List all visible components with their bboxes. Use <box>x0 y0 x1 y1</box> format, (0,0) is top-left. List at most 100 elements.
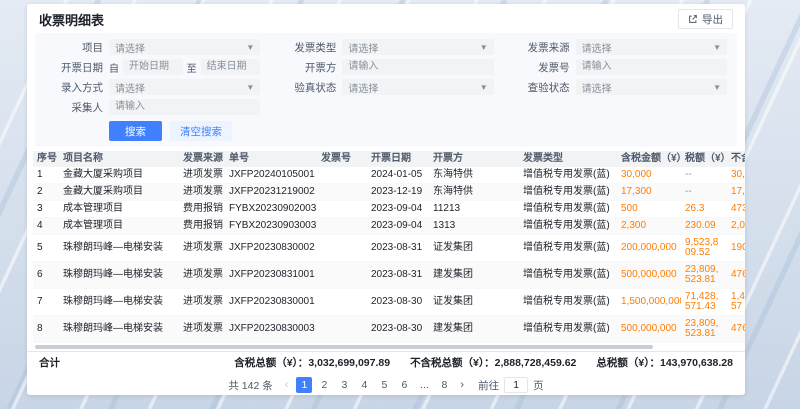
invoice-type-label: 发票类型 <box>278 40 336 55</box>
cell-issuer: 1313 <box>429 218 519 235</box>
project-select-placeholder: 请选择 <box>115 40 242 55</box>
cell-amount_without_tax: 2,069.91 <box>727 218 745 235</box>
cell-issuer: 建发集团 <box>429 262 519 289</box>
collector-input[interactable] <box>109 99 260 115</box>
invoice-no-input[interactable] <box>576 59 727 75</box>
cell-invoice_no <box>317 262 367 289</box>
summary-values: 含税总额（¥）：3,032,699,097.89 不含税总额（¥）：2,888,… <box>234 355 733 370</box>
table-row[interactable]: 5珠穆朗玛峰—电梯安装进项发票JXFP202308300022023-08-31… <box>33 235 745 262</box>
page-button-5[interactable]: 5 <box>376 377 392 393</box>
page-button-2[interactable]: 2 <box>316 377 332 393</box>
cell-no: 4 <box>33 218 59 235</box>
cell-type: 增值税专用发票(蓝) <box>519 316 617 343</box>
cell-tax: 23,809,523.81 <box>681 316 727 343</box>
cell-amount_without_tax: 30,000 <box>727 167 745 184</box>
cell-amount_without_tax: 473.7 <box>727 201 745 218</box>
invoice-source-select[interactable]: 请选择 ▼ <box>576 39 727 55</box>
cell-invoice_no <box>317 289 367 316</box>
filter-field-verify-status: 验真状态 请选择 ▼ <box>278 79 493 95</box>
filter-field-invoice-type: 发票类型 请选择 ▼ <box>278 39 493 55</box>
table-header-row: 序号项目名称发票来源单号发票号开票日期开票方发票类型含税金额（¥）税额（¥）不含… <box>33 151 745 167</box>
table-row[interactable]: 8珠穆朗玛峰—电梯安装进项发票JXFP202308300032023-08-30… <box>33 316 745 343</box>
page-title: 收票明细表 <box>39 10 104 29</box>
end-date-input[interactable] <box>201 59 261 75</box>
cell-tax: 26.3 <box>681 201 727 218</box>
prev-page-button[interactable]: ‹ <box>283 377 291 393</box>
table-row[interactable]: 7珠穆朗玛峰—电梯安装进项发票JXFP202308300012023-08-30… <box>33 289 745 316</box>
cell-tax: -- <box>681 184 727 201</box>
review-status-select[interactable]: 请选择 ▼ <box>576 79 727 95</box>
cell-type: 增值税专用发票(蓝) <box>519 289 617 316</box>
cell-issuer: 建发集团 <box>429 316 519 343</box>
start-date-input[interactable] <box>123 59 183 75</box>
invoice-type-select[interactable]: 请选择 ▼ <box>342 39 493 55</box>
next-page-button[interactable]: › <box>458 377 466 393</box>
cell-amount_without_tax: 476,190,476.19 <box>727 262 745 289</box>
table-row[interactable]: 3成本管理项目费用报销FYBX202309020032023-09-041121… <box>33 201 745 218</box>
entry-method-select[interactable]: 请选择 ▼ <box>109 79 260 95</box>
cell-amount_with_tax: 1,500,000,000 <box>617 289 681 316</box>
page-button-6[interactable]: 6 <box>396 377 412 393</box>
table-row[interactable]: 4成本管理项目费用报销FYBX202309030032023-09-041313… <box>33 218 745 235</box>
clear-search-button[interactable]: 清空搜索 <box>170 121 232 141</box>
filter-field-entry-method: 录入方式 请选择 ▼ <box>45 79 260 95</box>
date-separator: 至 <box>187 60 197 75</box>
cell-source: 进项发票 <box>179 316 225 343</box>
cell-tax: 71,428,571.43 <box>681 289 727 316</box>
table-row[interactable]: 6珠穆朗玛峰—电梯安装进项发票JXFP202308310012023-08-31… <box>33 262 745 289</box>
cell-order_no: JXFP20230830001 <box>225 289 317 316</box>
cell-source: 进项发票 <box>179 184 225 201</box>
export-icon <box>688 14 698 24</box>
cell-date: 2023-08-30 <box>367 289 429 316</box>
horizontal-scrollbar[interactable] <box>35 345 737 349</box>
cell-order_no: JXFP20231219002 <box>225 184 317 201</box>
table-row[interactable]: 1金藏大厦采购项目进项发票JXFP202401050012024-01-05东海… <box>33 167 745 184</box>
cell-project: 珠穆朗玛峰—电梯安装 <box>59 235 179 262</box>
cell-order_no: FYBX20230903003 <box>225 218 317 235</box>
column-header: 开票日期 <box>367 151 429 167</box>
total-without-tax: 不含税总额（¥）：2,888,728,459.62 <box>410 355 576 370</box>
cell-order_no: JXFP20230830002 <box>225 235 317 262</box>
chevron-down-icon: ▼ <box>480 43 488 52</box>
search-button[interactable]: 搜索 <box>109 121 162 141</box>
pagination-total: 共 142 条 <box>228 378 272 393</box>
column-header: 税额（¥） <box>681 151 727 167</box>
cell-tax: -- <box>681 167 727 184</box>
review-status-label: 查验状态 <box>512 80 570 95</box>
table-row[interactable]: 2金藏大厦采购项目进项发票JXFP202312190022023-12-19东海… <box>33 184 745 201</box>
issuer-input[interactable] <box>342 59 493 75</box>
cell-date: 2023-09-04 <box>367 218 429 235</box>
pagination: 共 142 条 ‹ 123456...8 › 前往 页 <box>27 373 745 395</box>
column-header: 含税金额（¥） <box>617 151 681 167</box>
chevron-down-icon: ▼ <box>713 83 721 92</box>
cell-date: 2023-09-04 <box>367 201 429 218</box>
project-select[interactable]: 请选择 ▼ <box>109 39 260 55</box>
filter-field-invoice-no: 发票号 <box>512 59 727 75</box>
chevron-down-icon: ▼ <box>246 83 254 92</box>
page-jump-input[interactable] <box>504 377 528 393</box>
verify-status-select[interactable]: 请选择 ▼ <box>342 79 493 95</box>
column-header: 发票类型 <box>519 151 617 167</box>
invoice-no-label: 发票号 <box>512 60 570 75</box>
total-with-tax: 含税总额（¥）：3,032,699,097.89 <box>234 355 390 370</box>
page-button-1[interactable]: 1 <box>296 377 312 393</box>
cell-no: 5 <box>33 235 59 262</box>
entry-method-placeholder: 请选择 <box>115 80 242 95</box>
scrollbar-thumb[interactable] <box>35 345 653 349</box>
cell-amount_with_tax: 500,000,000 <box>617 262 681 289</box>
cell-amount_with_tax: 500,000,000 <box>617 316 681 343</box>
page-button-3[interactable]: 3 <box>336 377 352 393</box>
cell-no: 3 <box>33 201 59 218</box>
export-button[interactable]: 导出 <box>678 9 733 29</box>
cell-invoice_no <box>317 184 367 201</box>
cell-invoice_no <box>317 316 367 343</box>
page-button-4[interactable]: 4 <box>356 377 372 393</box>
page-ellipsis[interactable]: ... <box>416 377 432 393</box>
cell-tax: 23,809,523.81 <box>681 262 727 289</box>
cell-no: 6 <box>33 262 59 289</box>
jump-prefix: 前往 <box>478 378 499 393</box>
project-label: 项目 <box>45 40 103 55</box>
invoice-source-label: 发票来源 <box>512 40 570 55</box>
page-button-8[interactable]: 8 <box>436 377 452 393</box>
export-button-label: 导出 <box>702 12 723 27</box>
